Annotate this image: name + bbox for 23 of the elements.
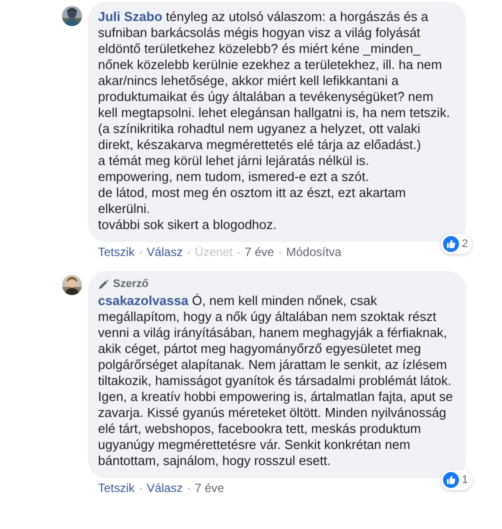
comment-meta: 7 éve: [194, 481, 224, 495]
action-link[interactable]: Tetszik: [98, 481, 135, 495]
action-link[interactable]: Válasz: [146, 481, 183, 495]
separator-dot: ·: [138, 481, 143, 495]
comment-text: csakazolvassa Ó, nem kell minden nőnek, csak megállapítom, hogy a nők úgy általában nem szoktak részt venni a világ irányításában, hanem meghagyják a férfiaknak, akik céget, pártot meg hagyományőrző egyesületet meg polgárőrséget alapítanak. Nem járattam le senkit, az ízlésem tiltakozik, hamisságot gyanítok és társadalmi problémát látok. Igen, a kreatív hobbi empowering is, ártalmatlan fajta, aput se zavarja. Kissé gyanús méreteket öltött. Minden nyilvánosság elé tárt, webshopos, facebookra tett, meskás produktum ugyanúgy megmérettetésre vár. Senkit konkrétan nem bántottam, sajnálom, hogy rosszul esett.: [98, 293, 454, 469]
thumbs-up-icon: [442, 472, 459, 488]
separator-dot: ·: [138, 245, 143, 259]
comment-meta: 7 éve: [244, 245, 274, 259]
thumbs-up-icon: [442, 236, 459, 252]
author-link[interactable]: Juli Szabo: [98, 9, 162, 24]
separator-dot: ·: [278, 245, 282, 259]
separator-dot: ·: [186, 245, 191, 259]
reaction-badge[interactable]: 1: [440, 470, 472, 490]
author-link[interactable]: csakazolvassa: [98, 293, 188, 308]
pen-icon: [98, 278, 109, 290]
author-label: Szerző: [113, 278, 148, 290]
action-link[interactable]: Válasz: [146, 245, 183, 259]
action-link[interactable]: Tetszik: [98, 245, 135, 259]
comment-meta: Módosítva: [286, 245, 342, 259]
separator-dot: ·: [236, 245, 241, 259]
separator-dot: ·: [186, 481, 191, 495]
reaction-badge[interactable]: 2: [440, 234, 472, 254]
comment-text: Juli Szabo tényleg az utolsó válaszom: a horgászás és a sufniban barkácsolás mégis hogyan visz a világ folyását eldöntő területkehez közelebb? és miért kéne _minden_ nőnek közelebb kerülnie ezekhez a területekhez, ill. ha nem akar/nincs lehetősége, akkor miért kell lefikkantani a produktumaikat és úgy általában a tevékenységüket? nem kell megtapsolni. lehet elegánsan hallgatni is, ha nem tetszik. (a színikritika rohadtul nem ugyanez a helyzet, ott valaki direkt, készakarva megmérettetés elé tárja az előadást.) a témát meg körül lehet járni lejáratás nélkül is. empowering, nem tudom, ismered-e ezt a szót. de látod, most meg én osztom itt az észt, ezt akartam elkerülni. további sok sikert a blogodhoz.: [98, 9, 451, 233]
